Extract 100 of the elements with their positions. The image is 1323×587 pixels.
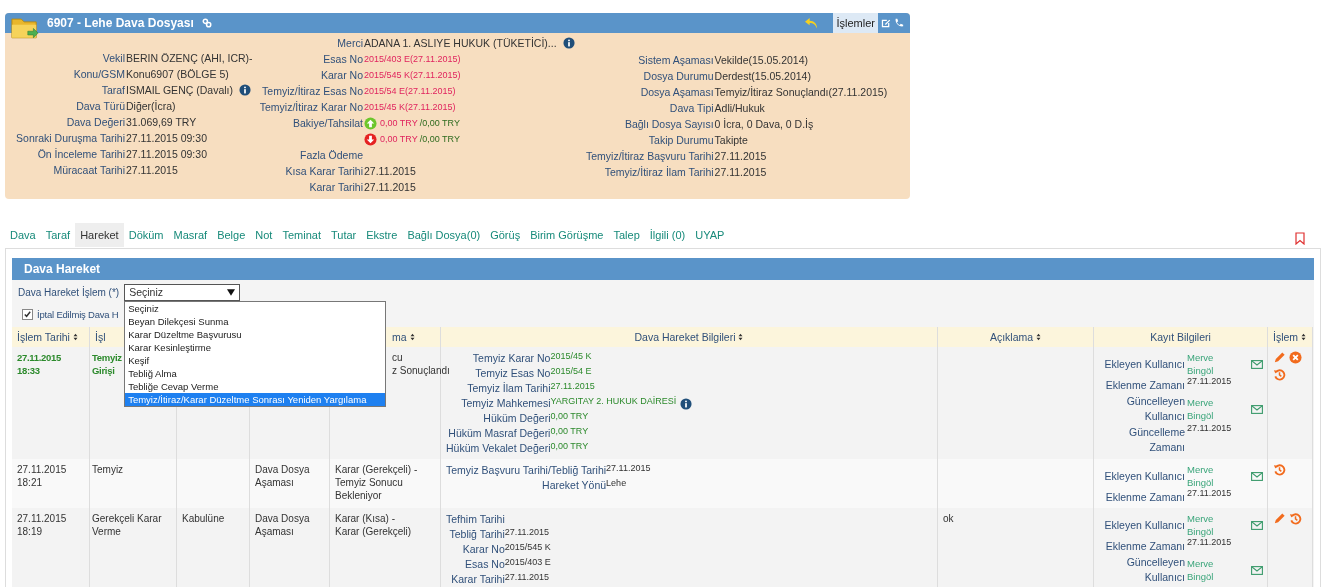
field-value: Takipte xyxy=(714,134,748,146)
edit-icon[interactable] xyxy=(881,18,891,28)
checkbox[interactable] xyxy=(22,309,33,320)
phone-icon[interactable] xyxy=(894,18,904,28)
tab[interactable]: Ekstre xyxy=(361,222,403,247)
tab[interactable]: Bağlı Dosya(0) xyxy=(402,222,486,247)
record-label: Ekleyen Kullanıcı xyxy=(1103,468,1185,484)
mail-icon[interactable] xyxy=(1251,565,1263,575)
field-value: 2015/45 K(27.11.2015) xyxy=(364,102,456,112)
field-value: 2015/545 K(27.11.2015) xyxy=(364,70,461,80)
mail-icon[interactable] xyxy=(1251,471,1263,481)
field-label: Karar No xyxy=(321,69,363,81)
record-value: 27.11.2015 xyxy=(1186,488,1229,500)
tab[interactable]: Döküm xyxy=(123,222,169,247)
field-value: Diğer(İcra) xyxy=(126,100,176,112)
record-label: Eklenme Zamanı xyxy=(1104,378,1185,393)
tab[interactable]: Taraf xyxy=(40,222,76,247)
user-link[interactable]: Merve Bingöl xyxy=(1185,557,1229,583)
history-icon[interactable] xyxy=(1273,463,1286,476)
tab[interactable]: Birim Görüşme xyxy=(525,222,609,247)
field-value: 2015/403 E(27.11.2015) xyxy=(364,54,461,64)
tab[interactable]: Hareket xyxy=(75,222,124,247)
detail-label: Tebliğ Tarihi xyxy=(448,528,505,541)
field-label: Dava Değeri xyxy=(66,116,125,128)
column-header[interactable]: ma xyxy=(392,331,407,343)
pencil-icon[interactable] xyxy=(1273,351,1286,364)
detail-value: YARGITAY 2. HUKUK DAİRESİ xyxy=(550,395,677,406)
user-link[interactable]: Merve Bingöl xyxy=(1185,463,1229,489)
record-label: Güncelleme Zamanı xyxy=(1127,425,1185,455)
link-icon[interactable] xyxy=(201,18,212,28)
sort-icon[interactable] xyxy=(738,333,744,341)
column-header[interactable]: Açıklama xyxy=(989,331,1034,343)
detail-label: Temyiz Başvuru Tarihi/Tebliğ Tarihi xyxy=(446,464,607,477)
tab[interactable]: UYAP xyxy=(690,222,730,247)
tab[interactable]: Tutar xyxy=(325,222,362,247)
field-value: BERIN ÖZENÇ (AHI, ICR)- xyxy=(126,52,253,64)
detail-value: 0,00 TRY xyxy=(550,410,589,422)
detail-label: Temyiz İlam Tarihi xyxy=(466,382,551,395)
field-label: Dosya Durumu xyxy=(643,70,714,82)
checkbox-label: İptal Edilmiş Dava H xyxy=(37,309,119,320)
mail-icon[interactable] xyxy=(1251,359,1263,369)
detail-value: 27.11.2015 xyxy=(550,380,595,391)
user-link[interactable]: Merve Bingöl xyxy=(1185,396,1229,422)
detail-value: 0,00 TRY xyxy=(550,425,589,437)
detail-label: Hüküm Masraf Değeri xyxy=(447,427,551,440)
delete-icon[interactable] xyxy=(1289,351,1302,364)
tab[interactable]: Görüş xyxy=(485,222,526,247)
field-value: 27.11.2015 xyxy=(714,166,767,178)
field-label: Dava Türü xyxy=(76,100,125,112)
sort-icon[interactable] xyxy=(72,333,78,341)
detail-value: 0,00 TRY xyxy=(550,440,589,452)
dropdown-option[interactable]: Karar Düzeltme Başvurusu xyxy=(125,327,386,341)
pencil-icon[interactable] xyxy=(1273,512,1286,525)
field-label: Bakiye/Tahsilat xyxy=(292,117,363,129)
collected-value: /0,00 TRY xyxy=(419,134,460,144)
user-link[interactable]: Merve Bingöl xyxy=(1185,351,1229,377)
info-icon[interactable] xyxy=(562,37,575,49)
info-icon[interactable] xyxy=(680,397,693,410)
action-select[interactable]: Seçiniz xyxy=(124,283,241,301)
column-header[interactable]: İşl xyxy=(95,331,106,343)
table-cell: Karar (Gerekçeli) - Temyiz Sonucu Bekleniyor xyxy=(330,459,441,508)
tab[interactable]: Not xyxy=(250,222,278,247)
sort-icon[interactable] xyxy=(1301,333,1307,341)
field-value: 27.11.2015 xyxy=(714,150,767,162)
actions-button[interactable]: İşlemler xyxy=(833,13,878,33)
dropdown-option[interactable]: Beyan Dilekçesi Sunma xyxy=(125,314,386,328)
history-icon[interactable] xyxy=(1289,512,1302,525)
detail-label: Hareket Yönü xyxy=(541,479,607,492)
table-cell: Temyiz xyxy=(90,459,177,508)
tab[interactable]: Dava xyxy=(5,222,41,247)
info-icon[interactable] xyxy=(238,84,251,96)
tab[interactable]: Masraf xyxy=(168,222,213,247)
field-label: Müracaat Tarihi xyxy=(53,164,125,176)
dropdown-option[interactable]: Temyiz/İtiraz/Karar Düzeltme Sonrası Yeniden Yargılama xyxy=(125,392,386,406)
field-value: 2015/54 E(27.11.2015) xyxy=(364,86,456,96)
field-label: Konu/GSM xyxy=(73,68,125,80)
tab[interactable]: İlgili (0) xyxy=(644,222,691,247)
user-link[interactable]: Merve Bingöl xyxy=(1185,512,1229,538)
bookmark-icon[interactable] xyxy=(1295,232,1305,245)
sort-icon[interactable] xyxy=(409,333,415,341)
mail-icon[interactable] xyxy=(1251,404,1263,414)
record-value: 27.11.2015 xyxy=(1186,537,1229,549)
record-label: Ekleyen Kullanıcı xyxy=(1103,356,1185,372)
field-label: Ön İnceleme Tarihi xyxy=(37,148,125,160)
record-value: 27.11.2015 xyxy=(1186,422,1229,435)
tab[interactable]: Teminat xyxy=(277,222,326,247)
back-arrow-icon[interactable] xyxy=(804,16,820,30)
record-label: Güncelleyen Kullanıcı xyxy=(1125,555,1185,585)
dropdown-option[interactable]: Seçiniz xyxy=(125,301,386,315)
history-icon[interactable] xyxy=(1273,368,1286,381)
tab[interactable]: Belge xyxy=(212,222,251,247)
tab[interactable]: Talep xyxy=(608,222,645,247)
table-cell: Gerekçeli Karar Verme xyxy=(90,508,177,587)
field-value: Temyiz/İtiraz Sonuçlandı(27.11.2015) xyxy=(714,86,888,98)
mail-icon[interactable] xyxy=(1251,520,1263,530)
detail-value: 27.11.2015 xyxy=(606,462,651,473)
column-header[interactable]: Dava Hareket Bilgileri xyxy=(634,331,736,343)
sort-icon[interactable] xyxy=(1036,333,1042,341)
detail-value: 27.11.2015 xyxy=(504,571,550,582)
record-label: Güncelleyen Kullanıcı xyxy=(1125,394,1185,424)
